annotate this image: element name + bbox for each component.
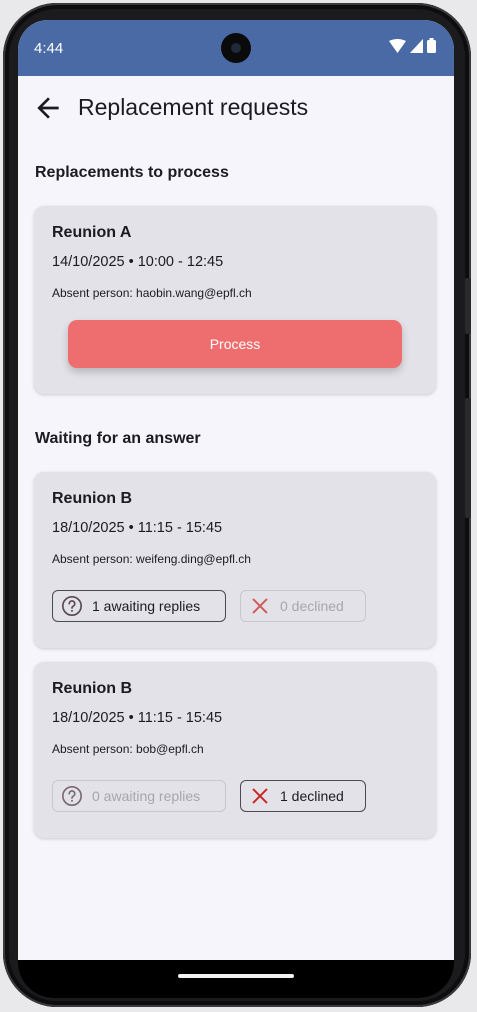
awaiting-replies-label: 1 awaiting replies [92,598,201,614]
replacement-card: Reunion A 14/10/2025 • 10:00 - 12:45 Abs… [34,206,436,394]
help-circle-icon [62,596,82,616]
card-datetime: 18/10/2025 • 11:15 - 15:45 [52,520,223,536]
card-datetime: 14/10/2025 • 10:00 - 12:45 [52,254,224,270]
card-title: Reunion B [52,680,132,697]
status-bar: 4:44 [18,20,454,76]
app-bar: Replacement requests [18,76,454,140]
close-icon [252,788,268,804]
status-icons [389,38,436,53]
declined-label: 0 declined [280,598,344,614]
declined-chip[interactable]: 1 declined [240,780,366,812]
declined-label: 1 declined [280,788,344,804]
card-absent-person: Absent person: weifeng.ding@epfl.ch [52,552,251,566]
awaiting-replies-chip[interactable]: 0 awaiting replies [52,780,226,812]
awaiting-replies-chip[interactable]: 1 awaiting replies [52,590,226,622]
card-title: Reunion B [52,490,132,507]
section-title-to-process: Replacements to process [35,164,229,181]
battery-icon [427,38,436,53]
close-icon [252,598,268,614]
screen: 4:44 Replacement requests Replacements t… [18,20,454,960]
power-button [465,398,471,518]
waiting-card: Reunion B 18/10/2025 • 11:15 - 15:45 Abs… [34,662,436,838]
home-indicator[interactable] [178,974,294,978]
waiting-card: Reunion B 18/10/2025 • 11:15 - 15:45 Abs… [34,472,436,648]
section-title-waiting: Waiting for an answer [35,430,201,447]
process-button[interactable]: Process [68,320,402,368]
arrow-back-icon [37,97,59,119]
navigation-bar [18,960,454,998]
awaiting-replies-label: 0 awaiting replies [92,788,201,804]
card-datetime: 18/10/2025 • 11:15 - 15:45 [52,710,223,726]
page-title: Replacement requests [78,94,309,120]
signal-icon [410,38,423,53]
camera-icon [221,33,251,63]
wifi-icon [389,38,406,53]
status-time: 4:44 [34,40,64,57]
help-circle-icon [62,786,82,806]
card-absent-person: Absent person: bob@epfl.ch [52,742,204,756]
card-absent-person: Absent person: haobin.wang@epfl.ch [52,286,252,300]
volume-button [465,278,471,334]
back-button[interactable] [32,92,64,124]
declined-chip[interactable]: 0 declined [240,590,366,622]
card-title: Reunion A [52,224,132,241]
